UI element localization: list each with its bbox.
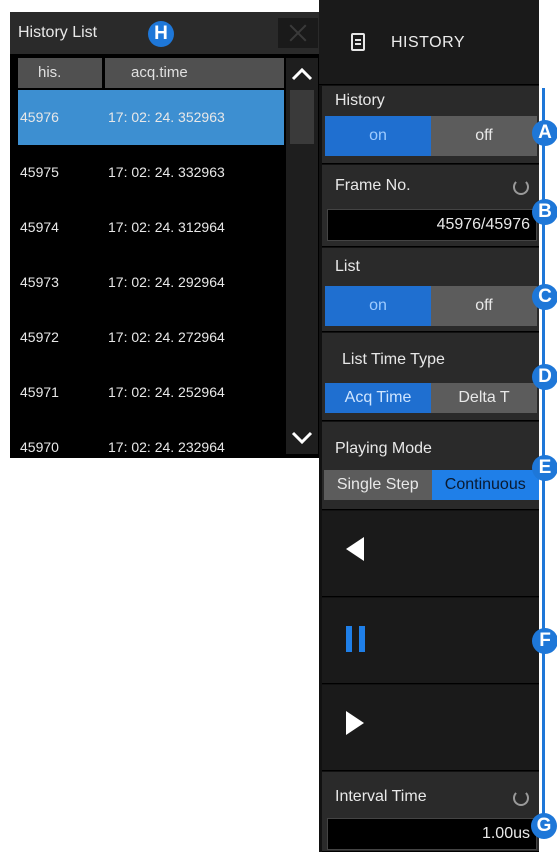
callout-badge-g: G xyxy=(531,813,557,839)
play-forward-button[interactable] xyxy=(322,685,539,771)
row-acq-time-cell: 17: 02: 24. 232964 xyxy=(108,439,225,455)
frame-no-label: Frame No. xyxy=(335,177,411,194)
list-time-type-label: List Time Type xyxy=(342,351,445,368)
table-row[interactable]: 45973 17: 02: 24. 292964 xyxy=(18,255,284,310)
history-list-rows: 45976 17: 02: 24. 352963 45975 17: 02: 2… xyxy=(18,90,284,475)
table-row[interactable]: 45972 17: 02: 24. 272964 xyxy=(18,310,284,365)
table-row[interactable]: 45970 17: 02: 24. 232964 xyxy=(18,420,284,475)
menu-title: HISTORY xyxy=(391,34,466,51)
column-header-his[interactable]: his. xyxy=(18,58,102,88)
row-acq-time-cell: 17: 02: 24. 252964 xyxy=(108,384,225,400)
list-time-type-toggle[interactable]: Acq Time Delta T xyxy=(325,383,537,413)
history-toggle[interactable]: on off xyxy=(325,116,537,156)
chevron-down-icon[interactable] xyxy=(290,426,314,450)
frame-no-section: Frame No. 45976/45976 xyxy=(322,165,539,247)
row-acq-time-cell: 17: 02: 24. 332963 xyxy=(108,164,225,180)
playing-mode-label: Playing Mode xyxy=(335,440,432,457)
row-acq-time-cell: 17: 02: 24. 312964 xyxy=(108,219,225,235)
playing-mode-toggle[interactable]: Single Step Continuous xyxy=(324,470,539,500)
callout-badge-f: F xyxy=(532,628,557,654)
table-row[interactable]: 45976 17: 02: 24. 352963 xyxy=(18,90,284,145)
chevron-up-icon[interactable] xyxy=(290,62,314,86)
frame-no-input[interactable]: 45976/45976 xyxy=(327,209,537,241)
callout-badge-b: B xyxy=(532,199,557,225)
row-his-cell: 45970 xyxy=(20,439,59,455)
callout-badge-a: A xyxy=(532,120,557,146)
history-list-title: History List xyxy=(18,24,98,41)
row-his-cell: 45973 xyxy=(20,274,59,290)
interval-time-label: Interval Time xyxy=(335,788,427,805)
history-menu-icon xyxy=(351,33,365,51)
list-on-option[interactable]: on xyxy=(325,286,431,326)
history-label: History xyxy=(335,92,385,109)
row-acq-time-cell: 17: 02: 24. 292964 xyxy=(108,274,225,290)
history-list-header: his. acq.time xyxy=(18,58,284,88)
history-menu: HISTORY History on off Frame No. 45976/4… xyxy=(319,0,539,852)
row-his-cell: 45972 xyxy=(20,329,59,345)
delta-t-option[interactable]: Delta T xyxy=(431,383,537,413)
table-row[interactable]: 45971 17: 02: 24. 252964 xyxy=(18,365,284,420)
row-his-cell: 45974 xyxy=(20,219,59,235)
history-off-option[interactable]: off xyxy=(431,116,537,156)
history-list-scrollbar[interactable] xyxy=(286,58,318,454)
callout-badge-h: H xyxy=(148,21,174,47)
play-backward-button[interactable] xyxy=(322,511,539,597)
table-row[interactable]: 45975 17: 02: 24. 332963 xyxy=(18,145,284,200)
column-header-acq-time[interactable]: acq.time xyxy=(105,58,284,88)
history-on-option[interactable]: on xyxy=(325,116,431,156)
callout-badge-d: D xyxy=(532,364,557,390)
row-his-cell: 45975 xyxy=(20,164,59,180)
refresh-icon xyxy=(513,179,529,195)
table-row[interactable]: 45974 17: 02: 24. 312964 xyxy=(18,200,284,255)
list-label: List xyxy=(335,258,360,275)
pause-button[interactable] xyxy=(322,598,539,684)
menu-header: HISTORY xyxy=(319,0,539,85)
pause-icon xyxy=(346,626,365,652)
callout-badge-e: E xyxy=(532,455,557,481)
list-off-option[interactable]: off xyxy=(431,286,537,326)
callout-badge-c: C xyxy=(532,284,557,310)
close-icon[interactable] xyxy=(278,18,318,48)
playing-mode-section: Playing Mode Single Step Continuous xyxy=(322,422,539,510)
row-acq-time-cell: 17: 02: 24. 272964 xyxy=(108,329,225,345)
interval-time-section: Interval Time 1.00us xyxy=(322,772,539,852)
history-list-panel: History List his. acq.time 45976 17: 02:… xyxy=(10,12,322,458)
refresh-icon xyxy=(513,790,529,806)
scrollbar-thumb[interactable] xyxy=(290,90,314,144)
interval-time-input[interactable]: 1.00us xyxy=(327,818,537,850)
play-forward-icon xyxy=(346,711,364,735)
row-acq-time-cell: 17: 02: 24. 352963 xyxy=(108,109,225,125)
list-time-type-section: List Time Type Acq Time Delta T xyxy=(322,333,539,421)
list-toggle[interactable]: on off xyxy=(325,286,537,326)
history-section: History on off xyxy=(322,86,539,164)
row-his-cell: 45971 xyxy=(20,384,59,400)
acq-time-option[interactable]: Acq Time xyxy=(325,383,431,413)
play-backward-icon xyxy=(346,537,364,561)
list-section: List on off xyxy=(322,248,539,332)
single-step-option[interactable]: Single Step xyxy=(324,470,432,500)
row-his-cell: 45976 xyxy=(20,109,59,125)
continuous-option[interactable]: Continuous xyxy=(431,470,539,500)
